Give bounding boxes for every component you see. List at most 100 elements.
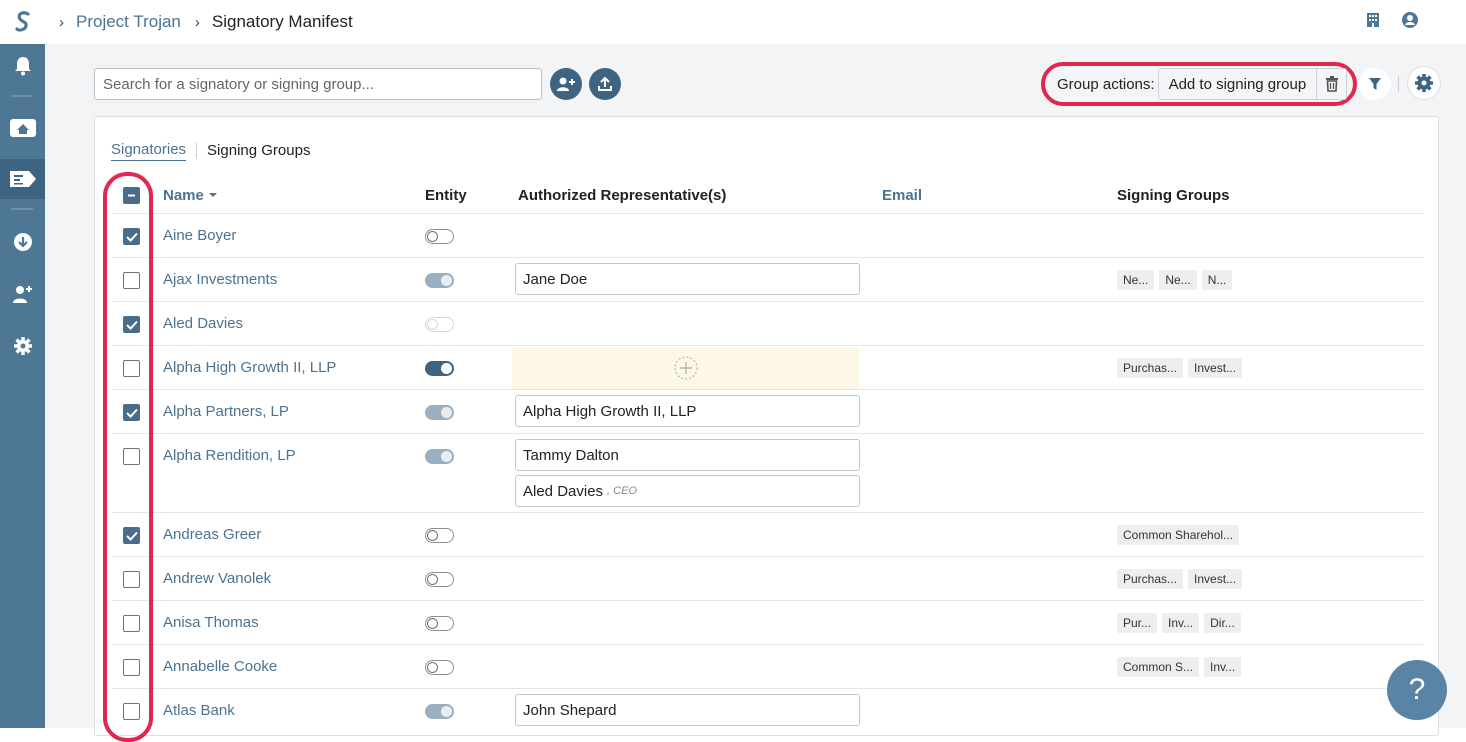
toggle-knob <box>441 275 452 286</box>
notifications-bell-icon[interactable] <box>0 46 45 86</box>
add-representative-button[interactable] <box>512 347 859 389</box>
signatory-name-link[interactable]: Alpha Rendition, LP <box>163 447 296 464</box>
entity-toggle[interactable] <box>425 449 454 464</box>
sidebar-divider <box>11 95 33 97</box>
entity-toggle[interactable] <box>425 273 454 288</box>
column-header-name[interactable]: Name <box>163 177 218 213</box>
signatories-card: Signatories Signing Groups Name Entity A… <box>94 116 1439 736</box>
sidebar-divider <box>11 208 33 210</box>
table-settings-gear-icon[interactable] <box>1407 66 1441 100</box>
group-actions-bar: Group actions: Add to signing group <box>1041 62 1357 106</box>
signatory-name-link[interactable]: Alpha High Growth II, LLP <box>163 359 336 376</box>
search-input[interactable] <box>94 68 542 100</box>
signing-group-tag[interactable]: N... <box>1202 270 1233 290</box>
entity-toggle[interactable] <box>425 660 454 675</box>
representative-title: , CEO <box>607 485 637 497</box>
checkbox-column-highlight <box>103 172 153 742</box>
signatory-manifest-icon[interactable] <box>0 159 45 199</box>
representative-field[interactable]: Alpha High Growth II, LLP <box>515 395 860 427</box>
entity-toggle[interactable] <box>425 528 454 543</box>
delete-trash-icon[interactable] <box>1317 68 1347 100</box>
tab-bar: Signatories Signing Groups <box>111 141 310 161</box>
signing-group-tag[interactable]: Purchas... <box>1117 358 1183 378</box>
download-icon[interactable] <box>0 222 45 262</box>
app-logo[interactable] <box>0 0 45 44</box>
help-button[interactable]: ? <box>1387 660 1447 720</box>
signatory-name-link[interactable]: Andrew Vanolek <box>163 570 271 587</box>
entity-toggle[interactable] <box>425 361 454 376</box>
representative-field[interactable]: Aled Davies , CEO <box>515 475 860 507</box>
toggle-knob <box>441 363 452 374</box>
signing-group-tag[interactable]: Purchas... <box>1117 569 1183 589</box>
tab-signing-groups[interactable]: Signing Groups <box>207 142 310 161</box>
representative-field[interactable]: Tammy Dalton <box>515 439 860 471</box>
toolbar-divider <box>1398 76 1399 92</box>
representative-name: John Shepard <box>523 702 616 719</box>
representative-name: Aled Davies <box>523 483 603 500</box>
breadcrumb-chevron-icon: › <box>59 14 64 31</box>
signing-group-tag[interactable]: Invest... <box>1188 569 1242 589</box>
signing-group-tags: Pur...Inv...Dir... <box>1117 613 1241 633</box>
signatory-name-link[interactable]: Andreas Greer <box>163 526 261 543</box>
add-user-icon[interactable] <box>0 274 45 314</box>
signatory-name-link[interactable]: Aine Boyer <box>163 227 236 244</box>
signing-group-tag[interactable]: Inv... <box>1162 613 1199 633</box>
top-bar: › Project Trojan › Signatory Manifest <box>45 0 1466 44</box>
representative-field[interactable]: John Shepard <box>515 694 860 726</box>
signatory-name-link[interactable]: Atlas Bank <box>163 702 235 719</box>
toggle-knob <box>427 662 438 673</box>
table-row: Andreas Greer Common Sharehol... <box>111 512 1423 556</box>
tab-signatories[interactable]: Signatories <box>111 141 186 161</box>
signing-group-tag[interactable]: Common Sharehol... <box>1117 525 1239 545</box>
toggle-knob <box>441 407 452 418</box>
tab-divider <box>196 143 197 159</box>
table-row: Annabelle Cooke Common S...Inv... <box>111 644 1423 688</box>
sort-caret-down-icon <box>208 192 218 198</box>
table-row: Alpha High Growth II, LLP Purchas...Inves… <box>111 345 1423 389</box>
filter-icon[interactable] <box>1359 68 1391 100</box>
entity-toggle[interactable] <box>425 317 454 332</box>
signatory-name-link[interactable]: Ajax Investments <box>163 271 277 288</box>
toggle-knob <box>427 618 438 629</box>
page-title: Signatory Manifest <box>212 12 353 32</box>
entity-toggle[interactable] <box>425 704 454 719</box>
representative-name: Jane Doe <box>523 271 587 288</box>
entity-toggle[interactable] <box>425 229 454 244</box>
signing-group-tags: Common S...Inv... <box>1117 657 1241 677</box>
add-signatory-button[interactable] <box>550 68 582 100</box>
entity-toggle[interactable] <box>425 616 454 631</box>
toggle-knob <box>441 706 452 717</box>
column-header-signing-groups: Signing Groups <box>1117 177 1230 213</box>
upload-button[interactable] <box>589 68 621 100</box>
signing-group-tag[interactable]: Common S... <box>1117 657 1199 677</box>
entity-toggle[interactable] <box>425 405 454 420</box>
table-row: Alpha Partners, LP Alpha High Growth II, … <box>111 389 1423 433</box>
building-icon[interactable] <box>1366 12 1380 33</box>
column-header-email[interactable]: Email <box>882 177 922 213</box>
user-account-icon[interactable] <box>1402 12 1418 33</box>
signatory-name-link[interactable]: Alpha Partners, LP <box>163 403 289 420</box>
signatory-name-link[interactable]: Aled Davies <box>163 315 243 332</box>
table-row: Aled Davies <box>111 301 1423 345</box>
signing-group-tag[interactable]: Pur... <box>1117 613 1157 633</box>
signing-group-tag[interactable]: Ne... <box>1159 270 1196 290</box>
table-row: Ajax Investments Jane Doe Ne...Ne... N... <box>111 257 1423 301</box>
home-icon[interactable] <box>0 108 45 148</box>
toggle-knob <box>427 231 438 242</box>
table-row: Anisa Thomas Pur...Inv...Dir... <box>111 600 1423 644</box>
breadcrumb-project-link[interactable]: Project Trojan <box>76 12 181 32</box>
sidebar <box>0 0 45 728</box>
signing-group-tag[interactable]: Dir... <box>1204 613 1241 633</box>
signing-group-tag[interactable]: Ne... <box>1117 270 1154 290</box>
table-row: Alpha Rendition, LP Tammy Dalton Aled Davi… <box>111 433 1423 512</box>
signatory-name-link[interactable]: Anisa Thomas <box>163 614 259 631</box>
entity-toggle[interactable] <box>425 572 454 587</box>
representative-field[interactable]: Jane Doe <box>515 263 860 295</box>
settings-gear-icon[interactable] <box>0 326 45 366</box>
signatory-name-link[interactable]: Annabelle Cooke <box>163 658 277 675</box>
signing-group-tags: Ne...Ne... N... <box>1117 270 1232 290</box>
signing-group-tag[interactable]: Inv... <box>1204 657 1241 677</box>
add-to-signing-group-button[interactable]: Add to signing group <box>1158 68 1318 100</box>
toggle-knob <box>427 574 438 585</box>
signing-group-tag[interactable]: Invest... <box>1188 358 1242 378</box>
